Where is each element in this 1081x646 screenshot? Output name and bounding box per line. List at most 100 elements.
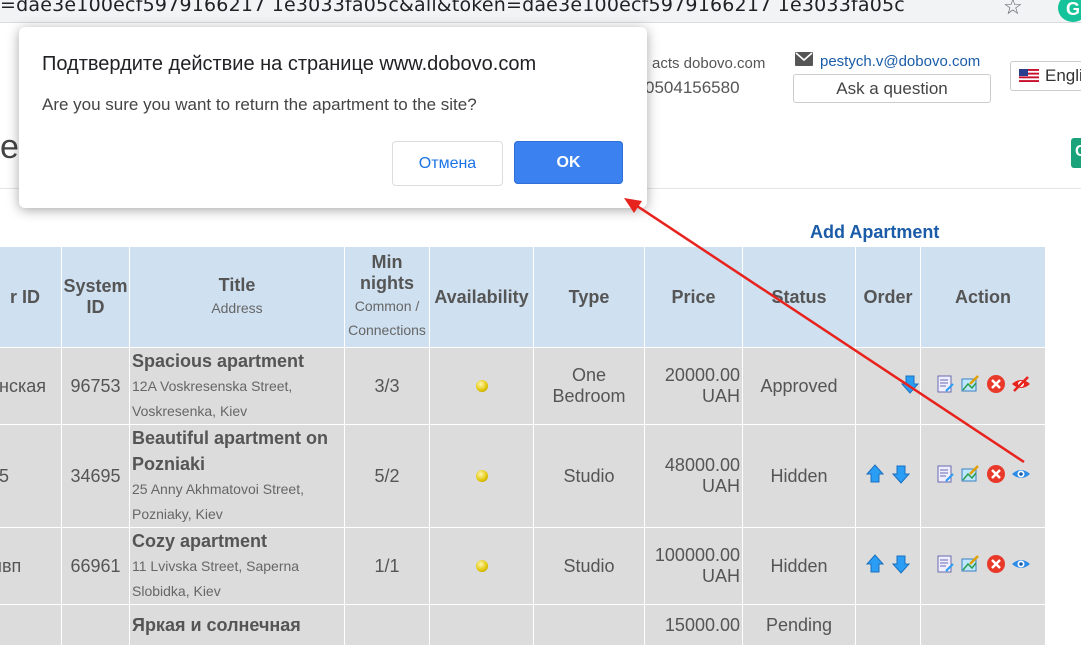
price-cell: 100000.00 UAH xyxy=(644,527,743,605)
photo-edit-icon[interactable] xyxy=(960,374,980,394)
owner-id-cell xyxy=(0,604,62,646)
action-cell xyxy=(920,527,1046,605)
system-id-cell: 66961 xyxy=(61,527,130,605)
table-row: 95 34695 Beautiful apartment on Pozniaki… xyxy=(0,424,1046,528)
action-cell xyxy=(920,604,1046,646)
ok-button[interactable]: OK xyxy=(514,141,623,184)
title-cell: Cozy apartment 11 Lvivska Street, Sapern… xyxy=(129,527,345,605)
apartment-address: 25 Anny Akhmatovoi Street, Pozniaky, Kie… xyxy=(132,481,304,522)
owner-id-cell: енская xyxy=(0,347,62,425)
table-row: ывп 66961 Cozy apartment 11 Lvivska Stre… xyxy=(0,527,1046,605)
col-title-sub: Address xyxy=(211,299,263,316)
status-cell: Hidden xyxy=(742,527,856,605)
col-title-label: Title xyxy=(218,274,256,295)
photo-edit-icon[interactable] xyxy=(960,464,980,484)
col-system-id: System ID xyxy=(61,246,130,348)
col-title: Title Address xyxy=(129,246,345,348)
language-selector[interactable]: Engli xyxy=(1010,61,1081,91)
type-cell xyxy=(533,604,645,646)
bookmark-star-icon[interactable]: ☆ xyxy=(1003,0,1023,20)
availability-dot-icon[interactable] xyxy=(475,379,488,392)
type-cell: One Bedroom xyxy=(533,347,645,425)
col-action: Action xyxy=(920,246,1046,348)
table-row: Яркая и солнечная 15000.00 Pending xyxy=(0,604,1046,646)
status-cell: Hidden xyxy=(742,424,856,528)
price-cell: 15000.00 xyxy=(644,604,743,646)
min-nights-cell xyxy=(344,604,430,646)
apartment-name[interactable]: Cozy apartment xyxy=(132,528,344,554)
photo-edit-icon[interactable] xyxy=(960,554,980,574)
move-up-icon[interactable] xyxy=(865,463,885,484)
green-button-glyph: C xyxy=(1075,143,1081,160)
order-cell xyxy=(855,347,921,425)
hide-eye-icon[interactable] xyxy=(1011,374,1031,394)
price-cell: 48000.00 UAH xyxy=(644,424,743,528)
language-label: Engli xyxy=(1045,66,1081,85)
phone-number: 0504156580 xyxy=(645,78,740,97)
dialog-message: Are you sure you want to return the apar… xyxy=(42,95,477,114)
order-cell xyxy=(855,424,921,528)
min-nights-cell: 1/1 xyxy=(344,527,430,605)
url-text[interactable]: =dae3e100ecf5979166217 1e3033fa05c&all&t… xyxy=(0,0,905,16)
system-id-cell xyxy=(61,604,130,646)
apartment-address: 12A Voskresenska Street, Voskresenka, Ki… xyxy=(132,378,293,419)
min-nights-cell: 5/2 xyxy=(344,424,430,528)
apartments-table: r ID System ID Title Address Min nights Co… xyxy=(0,246,1046,646)
availability-cell xyxy=(429,424,534,528)
us-flag-icon xyxy=(1019,69,1039,82)
show-eye-icon[interactable] xyxy=(1011,554,1031,574)
move-down-icon[interactable] xyxy=(891,554,911,574)
col-status: Status xyxy=(742,246,856,348)
availability-dot-icon[interactable] xyxy=(475,469,488,482)
action-cell xyxy=(920,347,1046,425)
grammarly-extension-icon[interactable]: G xyxy=(1058,0,1081,22)
col-owner-id: r ID xyxy=(0,246,62,348)
confirm-dialog: Подтвердите действие на странице www.dob… xyxy=(19,27,647,208)
title-cell: Beautiful apartment on Pozniaki 25 Anny … xyxy=(129,424,345,528)
system-id-cell: 96753 xyxy=(61,347,130,425)
dialog-title: Подтвердите действие на странице www.dob… xyxy=(42,53,537,75)
add-apartment-link[interactable]: Add Apartment xyxy=(810,222,939,243)
availability-dot-icon[interactable] xyxy=(475,559,488,572)
min-nights-cell: 3/3 xyxy=(344,347,430,425)
order-cell xyxy=(855,604,921,646)
envelope-icon xyxy=(795,52,813,66)
action-cell xyxy=(920,424,1046,528)
status-cell: Pending xyxy=(742,604,856,646)
move-down-icon[interactable] xyxy=(900,374,920,394)
apartment-name[interactable]: Beautiful apartment on Pozniaki xyxy=(132,425,344,477)
apartment-name[interactable]: Spacious apartment xyxy=(132,348,344,374)
table-header-row: r ID System ID Title Address Min nights Co… xyxy=(0,246,1046,348)
price-cell: 20000.00 UAH xyxy=(644,347,743,425)
move-down-icon[interactable] xyxy=(891,464,911,484)
show-eye-icon[interactable] xyxy=(1011,464,1031,484)
type-cell: Studio xyxy=(533,527,645,605)
order-cell xyxy=(855,527,921,605)
col-order: Order xyxy=(855,246,921,348)
page-title: e xyxy=(0,128,19,166)
delete-icon[interactable] xyxy=(986,554,1006,574)
move-up-icon[interactable] xyxy=(865,553,885,574)
ask-question-button[interactable]: Ask a question xyxy=(793,74,991,103)
apartment-name[interactable]: Яркая и солнечная xyxy=(132,612,344,638)
delete-icon[interactable] xyxy=(986,374,1006,394)
edit-document-icon[interactable] xyxy=(935,374,955,394)
edit-document-icon[interactable] xyxy=(935,554,955,574)
delete-icon[interactable] xyxy=(986,464,1006,484)
table-row: енская 96753 Spacious apartment 12A Vosk… xyxy=(0,347,1046,425)
availability-cell xyxy=(429,527,534,605)
cancel-button[interactable]: Отмена xyxy=(392,141,503,186)
col-min-nights-label: Min nights xyxy=(360,252,414,293)
col-availability: Availability xyxy=(429,246,534,348)
email-link[interactable]: pestych.v@dobovo.com xyxy=(820,53,980,70)
green-action-button[interactable]: C xyxy=(1071,138,1081,168)
browser-address-bar[interactable]: =dae3e100ecf5979166217 1e3033fa05c&all&t… xyxy=(0,0,1081,23)
status-cell: Approved xyxy=(742,347,856,425)
apartment-address: 11 Lvivska Street, Saperna Slobidka, Kie… xyxy=(132,558,300,599)
system-id-cell: 34695 xyxy=(61,424,130,528)
edit-document-icon[interactable] xyxy=(935,464,955,484)
col-price: Price xyxy=(644,246,743,348)
col-min-nights-sub: Common / Connections xyxy=(348,298,426,338)
type-cell: Studio xyxy=(533,424,645,528)
availability-cell xyxy=(429,347,534,425)
